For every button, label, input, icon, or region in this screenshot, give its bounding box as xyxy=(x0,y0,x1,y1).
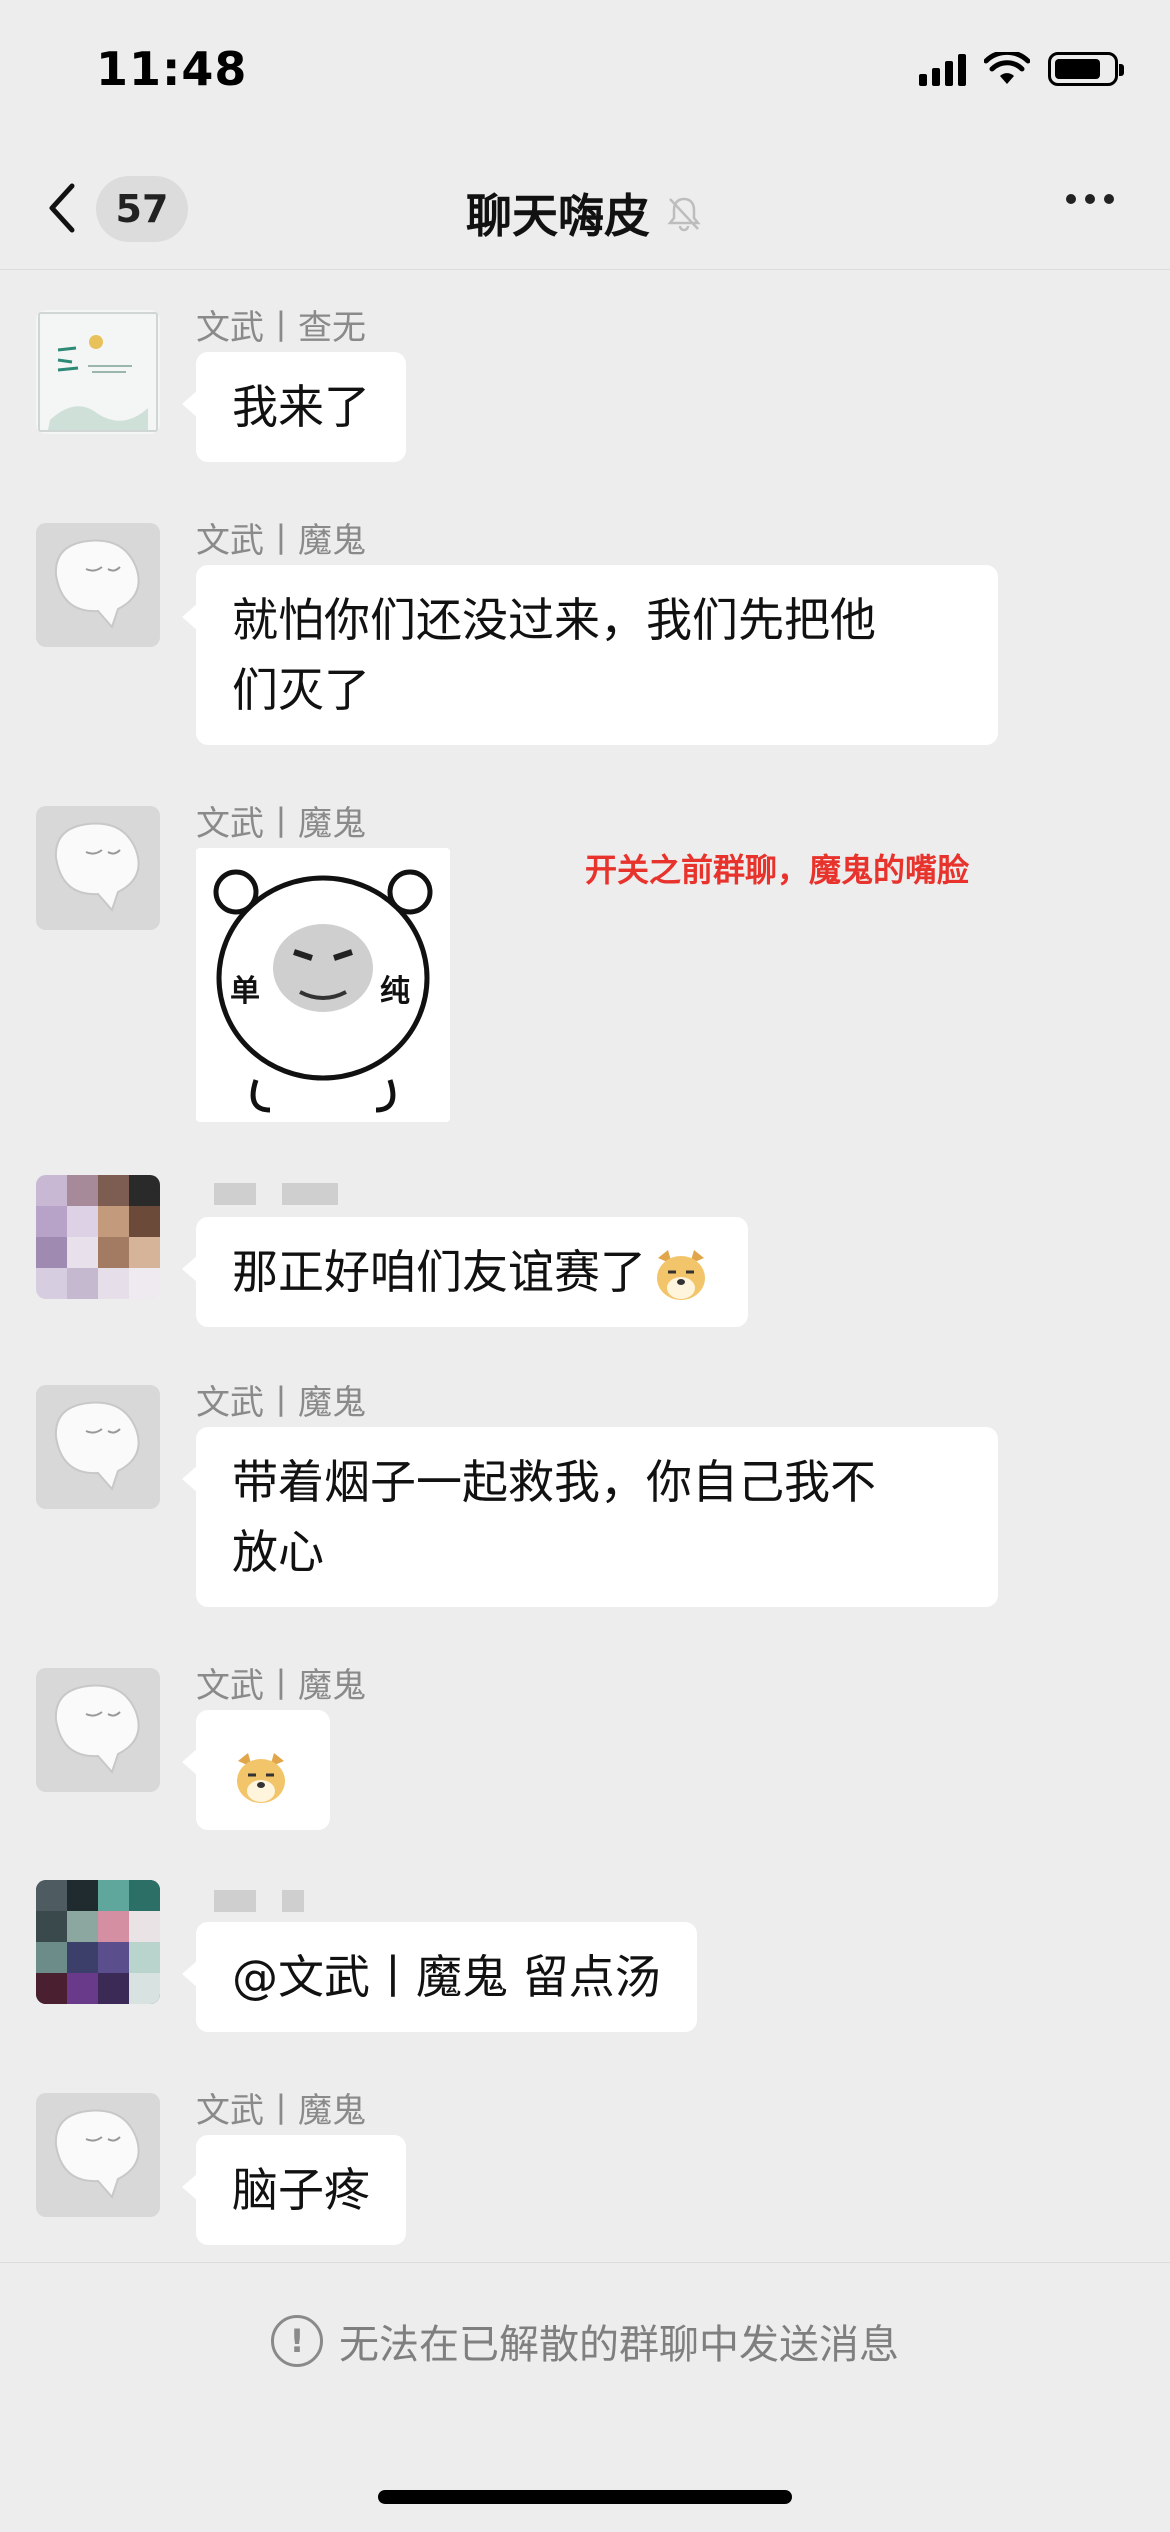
avatar[interactable] xyxy=(36,1668,160,1792)
sender-name: 文武丨魔鬼 xyxy=(196,2091,366,2131)
message-bubble[interactable]: 我来了 xyxy=(182,352,406,462)
sticker-text-right: 纯 xyxy=(380,974,410,1009)
message-item: 文武丨魔鬼 脑子疼 xyxy=(36,2091,1136,2263)
notice-text: 无法在已解散的群聊中发送消息 xyxy=(339,2322,899,2368)
home-indicator[interactable] xyxy=(378,2490,792,2504)
doge-emoji-icon xyxy=(237,1752,285,1803)
message-item: 那正好咱们友谊赛了 xyxy=(36,1175,1136,1335)
message-text-line: 们灭了 xyxy=(232,663,370,717)
sender-name: 文武丨魔鬼 xyxy=(196,521,366,561)
sender-name: 文武丨魔鬼 xyxy=(196,1666,366,1706)
avatar-pixelated[interactable] xyxy=(36,1175,160,1299)
sticker-text-left: 单 xyxy=(230,974,260,1009)
message-bubble[interactable]: 就怕你们还没过来，我们先把他 们灭了 xyxy=(182,565,998,745)
sticker-image[interactable]: 单 纯 xyxy=(196,848,450,1122)
info-circle-icon: ! xyxy=(271,2315,323,2367)
message-text: 那正好咱们友谊赛了 xyxy=(232,1245,646,1299)
message-text-line: 放心 xyxy=(232,1525,324,1579)
battery-icon xyxy=(1048,52,1124,86)
avatar[interactable] xyxy=(36,806,160,930)
avatar[interactable] xyxy=(36,2093,160,2217)
message-item: @文武丨魔鬼 留点汤 xyxy=(36,1880,1136,2050)
sender-name: 文武丨魔鬼 xyxy=(196,1383,366,1423)
message-bubble[interactable]: 带着烟子一起救我，你自己我不 放心 xyxy=(182,1427,998,1607)
message-bubble[interactable]: @文武丨魔鬼 留点汤 xyxy=(182,1922,697,2032)
sender-name-redacted xyxy=(214,1183,338,1205)
sender-name: 文武丨查无 xyxy=(196,308,366,348)
disbanded-notice: ! 无法在已解散的群聊中发送消息 xyxy=(0,2312,1170,2370)
message-bubble[interactable]: 脑子疼 xyxy=(182,2135,406,2245)
cellular-signal-icon xyxy=(919,52,966,86)
message-item: 文武丨魔鬼 xyxy=(36,1666,1136,1838)
message-bubble[interactable]: 那正好咱们友谊赛了 xyxy=(182,1217,748,1327)
message-text-line: 带着烟子一起救我，你自己我不 xyxy=(232,1455,876,1509)
status-time: 11:48 xyxy=(96,42,248,96)
message-item: 文武丨查无 我来了 xyxy=(36,308,1136,480)
red-annotation: 开关之前群聊，魔鬼的嘴脸 xyxy=(585,851,970,889)
message-bubble[interactable] xyxy=(182,1710,330,1830)
back-chevron-icon[interactable] xyxy=(42,178,82,238)
chat-title: 聊天嗨皮 xyxy=(466,189,650,243)
avatar[interactable] xyxy=(36,523,160,647)
bell-muted-icon xyxy=(667,197,701,232)
message-item: 文武丨魔鬼 带着烟子一起救我，你自己我不 放心 xyxy=(36,1383,1136,1625)
sender-name-redacted xyxy=(214,1890,304,1912)
chat-nav-bar: 57 聊天嗨皮 xyxy=(0,150,1170,270)
message-item: 文武丨魔鬼 就怕你们还没过来，我们先把他 们灭了 xyxy=(36,521,1136,763)
footer-divider xyxy=(0,2262,1170,2263)
more-dots-icon[interactable] xyxy=(1066,194,1114,204)
avatar[interactable] xyxy=(36,1385,160,1509)
doge-emoji-icon xyxy=(657,1249,705,1300)
unread-count-badge[interactable]: 57 xyxy=(96,176,188,242)
sender-name: 文武丨魔鬼 xyxy=(196,804,366,844)
avatar[interactable] xyxy=(36,310,160,434)
wifi-icon xyxy=(984,52,1030,84)
status-icons xyxy=(919,52,1124,86)
message-text-line: 就怕你们还没过来，我们先把他 xyxy=(232,593,876,647)
status-bar: 11:48 xyxy=(0,0,1170,150)
avatar-pixelated[interactable] xyxy=(36,1880,160,2004)
